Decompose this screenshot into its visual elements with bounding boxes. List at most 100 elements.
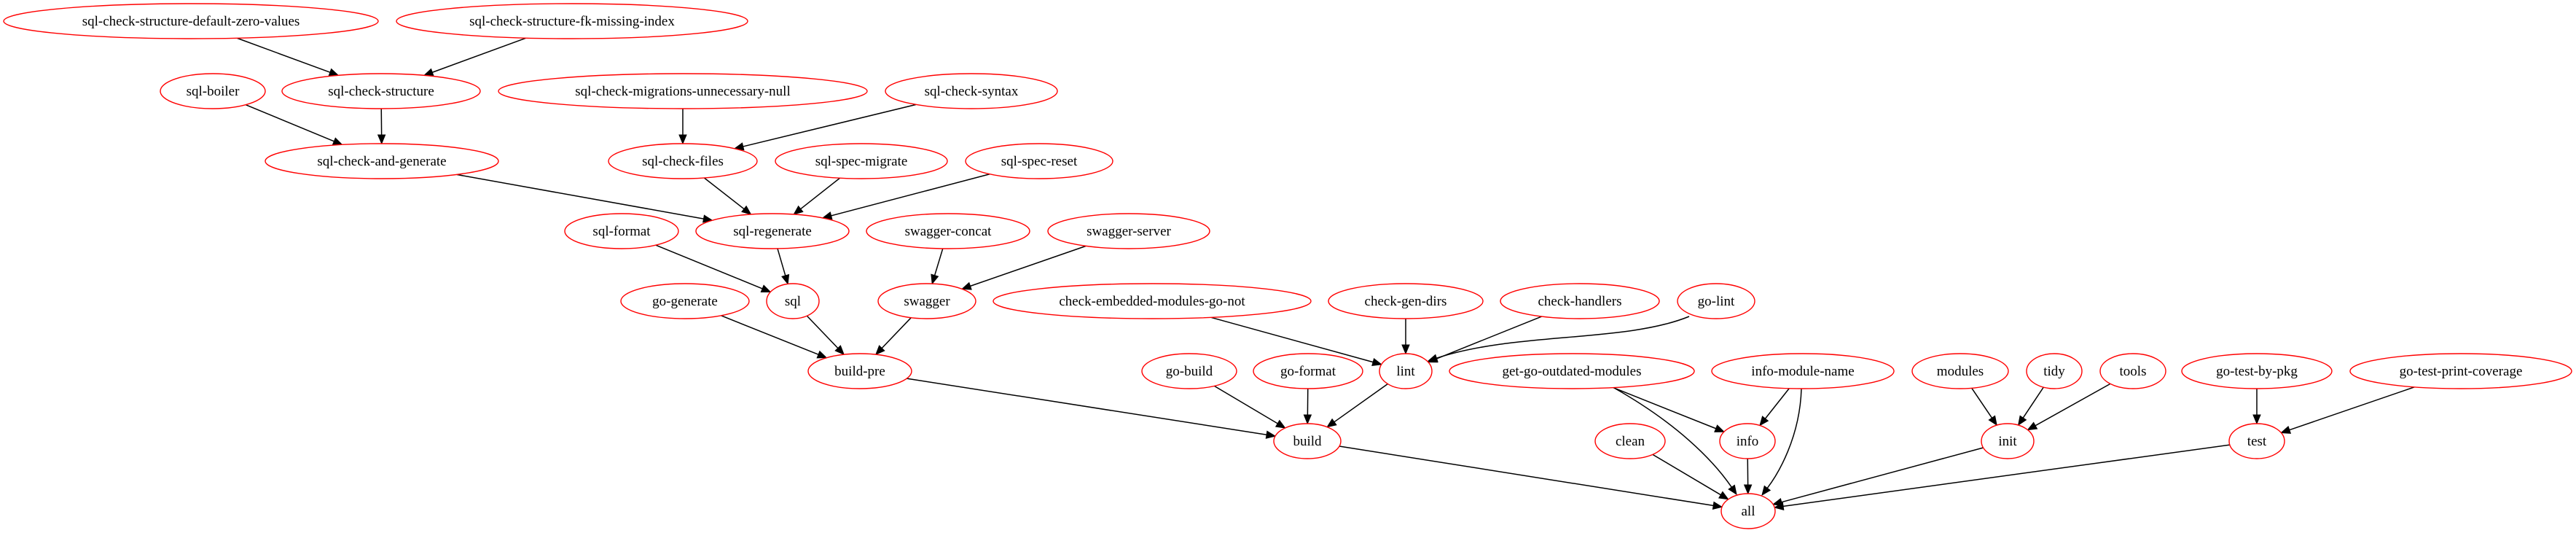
node-go-test-print-coverage[interactable]: go-test-print-coverage	[2349, 353, 2572, 389]
edge-line	[721, 315, 819, 355]
edge-sql-check-structure-fk-missing-index-to-sql-check-structure	[423, 37, 527, 77]
node-check-handlers[interactable]: check-handlers	[1500, 283, 1660, 319]
edge-sql-to-build-pre	[806, 315, 845, 356]
node-check-gen-dirs[interactable]: check-gen-dirs	[1328, 283, 1484, 319]
node-sql-check-structure-default-zero-values[interactable]: sql-check-structure-default-zero-values	[3, 3, 379, 39]
node-label: lint	[1396, 364, 1415, 379]
arrowhead-icon	[328, 68, 340, 77]
node-build-pre[interactable]: build-pre	[807, 353, 912, 389]
node-modules[interactable]: modules	[1911, 353, 2009, 389]
edge-tidy-to-init	[2017, 386, 2044, 427]
arrowhead-icon	[2280, 426, 2292, 434]
node-label: go-test-print-coverage	[2400, 364, 2523, 379]
node-all[interactable]: all	[1720, 493, 1776, 529]
node-label: init	[1998, 434, 2017, 449]
node-label: sql-check-structure-default-zero-values	[82, 14, 300, 29]
arrowhead-icon	[1712, 501, 1723, 510]
edge-swagger-server-to-swagger	[960, 245, 1087, 290]
node-label: sql-spec-migrate	[815, 154, 908, 169]
edge-line	[236, 37, 331, 73]
node-get-go-outdated-modules[interactable]: get-go-outdated-modules	[1449, 353, 1695, 389]
node-label: get-go-outdated-modules	[1502, 364, 1641, 379]
node-sql-boiler[interactable]: sql-boiler	[160, 73, 266, 109]
node-sql-spec-reset[interactable]: sql-spec-reset	[965, 143, 1113, 179]
edge-line	[1436, 316, 1542, 359]
arrowhead-icon	[1761, 485, 1772, 497]
nodes-layer: sql-check-structure-default-zero-values s…	[3, 3, 2572, 529]
node-label: sql-check-migrations-unnecessary-null	[575, 84, 790, 99]
node-swagger-concat[interactable]: swagger-concat	[866, 213, 1030, 249]
node-info-module-name[interactable]: info-module-name	[1711, 353, 1895, 389]
edge-line	[2289, 386, 2415, 431]
node-label: sql-check-structure	[328, 84, 434, 99]
edge-line	[655, 244, 763, 289]
node-label: sql-format	[592, 224, 651, 239]
node-label: swagger-concat	[905, 224, 993, 239]
arrowhead-icon	[1265, 430, 1277, 439]
edge-tools-to-init	[2027, 383, 2111, 431]
node-label: check-gen-dirs	[1365, 294, 1447, 309]
arrowhead-icon	[377, 134, 386, 145]
edge-line	[831, 174, 990, 217]
node-label: build-pre	[834, 364, 885, 379]
node-test[interactable]: test	[2228, 423, 2285, 459]
node-tidy[interactable]: tidy	[2026, 353, 2083, 389]
edge-check-gen-dirs-to-lint	[1401, 319, 1410, 355]
node-build[interactable]: build	[1273, 423, 1342, 459]
node-label: info-module-name	[1751, 364, 1854, 379]
arrowhead-icon	[1728, 484, 1737, 496]
node-label: go-generate	[652, 294, 718, 309]
arrowhead-icon	[1303, 414, 1312, 425]
arrowhead-icon	[741, 205, 752, 215]
node-sql-regenerate[interactable]: sql-regenerate	[695, 213, 850, 249]
edge-line	[800, 177, 840, 210]
arrowhead-icon	[781, 273, 790, 285]
node-info[interactable]: info	[1719, 423, 1776, 459]
node-label: sql-spec-reset	[1001, 154, 1078, 169]
node-swagger-server[interactable]: swagger-server	[1047, 213, 1210, 249]
edge-sql-check-structure-default-zero-values-to-sql-check-structure	[236, 37, 340, 77]
node-go-test-by-pkg[interactable]: go-test-by-pkg	[2181, 353, 2333, 389]
arrowhead-icon	[2027, 421, 2038, 431]
edge-clean-to-all	[1652, 454, 1729, 500]
edge-line	[245, 104, 334, 142]
node-label: check-handlers	[1538, 294, 1622, 309]
node-sql-check-migrations-unnecessary-null[interactable]: sql-check-migrations-unnecessary-null	[498, 73, 868, 109]
edge-go-generate-to-build-pre	[721, 315, 828, 359]
node-go-generate[interactable]: go-generate	[620, 283, 750, 319]
node-init[interactable]: init	[1981, 423, 2035, 459]
node-lint[interactable]: lint	[1379, 353, 1433, 389]
node-label: test	[2247, 434, 2267, 449]
edge-line	[1436, 316, 1690, 359]
edge-go-build-to-build	[1213, 385, 1286, 429]
node-sql-check-files[interactable]: sql-check-files	[608, 143, 758, 179]
node-tools[interactable]: tools	[2099, 353, 2166, 389]
node-go-lint[interactable]: go-lint	[1677, 283, 1755, 319]
edge-init-to-all	[1772, 447, 1984, 507]
node-sql-check-and-generate[interactable]: sql-check-and-generate	[265, 143, 499, 179]
edge-sql-check-structure-to-sql-check-and-generate	[377, 108, 386, 145]
node-sql-check-syntax[interactable]: sql-check-syntax	[885, 73, 1058, 109]
node-clean[interactable]: clean	[1594, 423, 1666, 459]
node-sql-format[interactable]: sql-format	[564, 213, 679, 249]
node-label: swagger-server	[1087, 224, 1171, 239]
node-go-format[interactable]: go-format	[1253, 353, 1363, 389]
node-go-build[interactable]: go-build	[1141, 353, 1237, 389]
arrowhead-icon	[816, 350, 828, 359]
node-label: sql-check-files	[642, 154, 724, 169]
edge-line	[881, 317, 912, 349]
node-label: sql-check-and-generate	[317, 154, 446, 169]
node-sql[interactable]: sql	[766, 283, 820, 319]
node-check-embedded-modules-go-not[interactable]: check-embedded-modules-go-not	[993, 283, 1312, 319]
node-label: sql-check-syntax	[925, 84, 1019, 99]
edge-info-to-all	[1743, 458, 1753, 495]
edge-sql-check-syntax-to-sql-check-files	[733, 104, 917, 151]
node-label: go-lint	[1698, 294, 1735, 309]
node-sql-check-structure[interactable]: sql-check-structure	[281, 73, 481, 109]
node-swagger[interactable]: swagger	[877, 283, 976, 319]
node-label: sql	[785, 294, 801, 309]
edge-line	[2035, 383, 2111, 427]
node-sql-spec-migrate[interactable]: sql-spec-migrate	[775, 143, 948, 179]
edge-go-test-print-coverage-to-test	[2280, 386, 2415, 434]
node-sql-check-structure-fk-missing-index[interactable]: sql-check-structure-fk-missing-index	[396, 3, 748, 39]
